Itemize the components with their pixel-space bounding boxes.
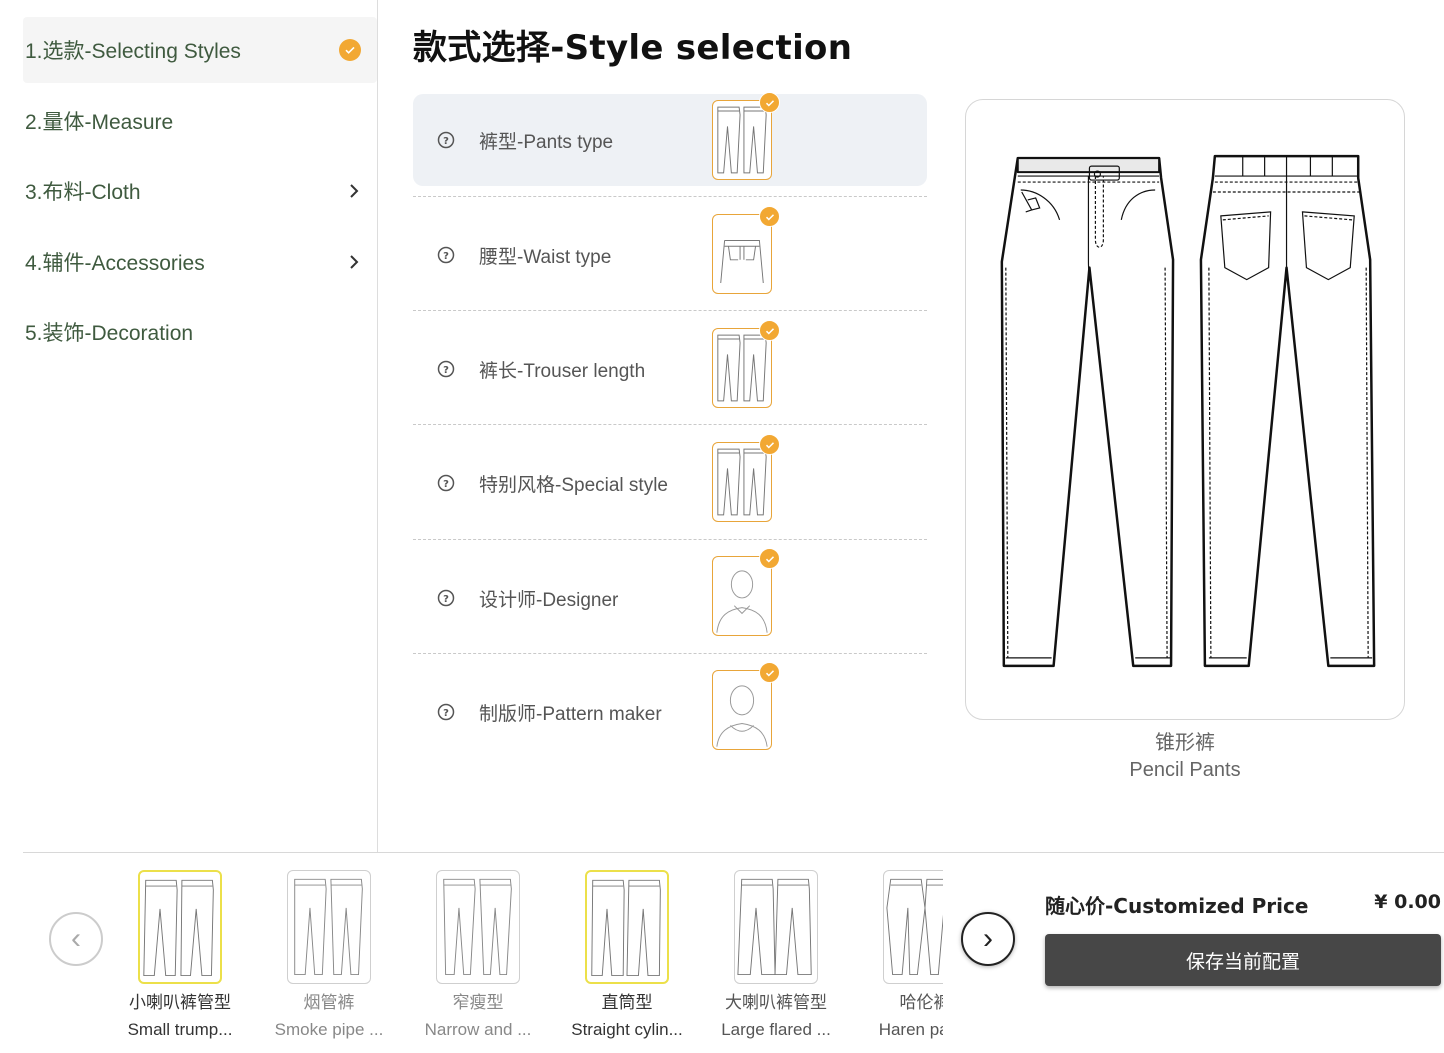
option-row-trouser-length[interactable]: ? 裤长-Trouser length	[413, 320, 927, 415]
sidebar-item-label: 5.装饰-Decoration	[25, 322, 194, 345]
carousel-item[interactable]: 大喇叭裤管型 Large flared ...	[716, 866, 836, 1040]
carousel-item-name-en: Straight cylin...	[571, 1020, 683, 1039]
option-label: 裤长-Trouser length	[479, 360, 646, 382]
option-row-special-style[interactable]: ? 特别风格-Special style	[413, 434, 927, 529]
pants-front-back-icon	[717, 334, 767, 402]
option-thumbnail[interactable]	[712, 320, 780, 408]
sidebar-item-accessories[interactable]: 4.辅件-Accessories	[23, 229, 377, 295]
pencil-pants-preview-illustration	[1000, 154, 1376, 668]
carousel-item-name-cn: 大喇叭裤管型	[725, 993, 827, 1012]
pants-thumbnail-icon	[436, 870, 520, 984]
carousel-item-name-cn: 直筒型	[601, 993, 653, 1012]
option-label: 特别风格-Special style	[479, 474, 668, 496]
divider	[413, 196, 927, 197]
option-thumbnail[interactable]	[712, 548, 780, 636]
style-carousel: 小喇叭裤管型 Small trump... 烟管裤 Smoke pipe ...…	[120, 866, 943, 1046]
option-label: 腰型-Waist type	[479, 246, 612, 268]
carousel-item-name-en: Small trump...	[127, 1020, 233, 1039]
carousel-item-name-cn: 小喇叭裤管型	[129, 993, 231, 1012]
sidebar-item-selecting-styles[interactable]: 1.选款-Selecting Styles	[23, 17, 377, 83]
divider	[413, 653, 927, 654]
svg-text:?: ?	[443, 365, 449, 376]
pants-thumbnail-icon	[138, 870, 222, 984]
option-row-designer[interactable]: ? 设计师-Designer	[413, 548, 927, 644]
svg-text:?: ?	[443, 251, 449, 262]
option-thumbnail[interactable]	[712, 92, 780, 180]
pants-front-back-icon	[717, 448, 767, 516]
check-circle-icon	[759, 434, 780, 455]
option-thumbnail[interactable]	[712, 206, 780, 294]
pants-front-back-icon	[717, 106, 767, 174]
pants-thumbnail-icon	[883, 870, 943, 984]
carousel-item-name-cn: 烟管裤	[303, 993, 355, 1012]
check-circle-icon	[759, 206, 780, 227]
page-title: 款式选择-Style selection	[413, 28, 853, 68]
sidebar-item-decoration[interactable]: 5.装饰-Decoration	[23, 299, 377, 365]
svg-text:?: ?	[443, 594, 449, 605]
option-label: 裤型-Pants type	[479, 131, 614, 153]
help-circle-icon[interactable]: ?	[437, 703, 455, 721]
carousel-item-name-cn: 窄瘦型	[452, 993, 504, 1012]
option-row-pants-type[interactable]: ? 裤型-Pants type	[413, 92, 927, 186]
svg-text:?: ?	[443, 136, 449, 147]
divider	[23, 852, 1444, 853]
sidebar-item-measure[interactable]: 2.量体-Measure	[23, 88, 377, 154]
help-circle-icon[interactable]: ?	[437, 474, 455, 492]
divider	[413, 310, 927, 311]
chevron-right-icon: ›	[983, 922, 993, 955]
sidebar-item-label: 2.量体-Measure	[25, 111, 174, 134]
chevron-right-icon	[350, 184, 359, 198]
carousel-item-name-en: Smoke pipe ...	[274, 1020, 384, 1039]
sidebar-item-label: 3.布料-Cloth	[25, 181, 141, 204]
preview-name-en: Pencil Pants	[1129, 759, 1241, 781]
option-row-pattern-maker[interactable]: ? 制版师-Pattern maker	[413, 662, 927, 758]
pants-thumbnail-icon	[585, 870, 669, 984]
person-avatar-icon	[716, 685, 768, 747]
help-circle-icon[interactable]: ?	[437, 589, 455, 607]
carousel-item[interactable]: 哈伦裤 Haren pants	[865, 866, 943, 1040]
sidebar: 1.选款-Selecting Styles 2.量体-Measure 3.布料-…	[0, 0, 378, 853]
check-circle-icon	[759, 320, 780, 341]
sidebar-item-label: 1.选款-Selecting Styles	[25, 40, 241, 63]
price-value: ¥ 0.00	[1374, 891, 1441, 913]
pants-thumbnail-icon	[734, 870, 818, 984]
carousel-item-name-cn: 哈伦裤	[899, 993, 944, 1012]
preview-name-cn: 锥形裤	[1155, 732, 1215, 754]
carousel-item[interactable]: 烟管裤 Smoke pipe ...	[269, 866, 389, 1040]
option-thumbnail[interactable]	[712, 662, 780, 750]
check-circle-icon	[759, 92, 780, 113]
option-label: 设计师-Designer	[479, 589, 619, 611]
pants-thumbnail-icon	[287, 870, 371, 984]
sidebar-item-cloth[interactable]: 3.布料-Cloth	[23, 158, 377, 224]
person-avatar-icon	[716, 570, 768, 633]
help-circle-icon[interactable]: ?	[437, 246, 455, 264]
divider	[413, 424, 927, 425]
carousel-item-name-en: Large flared ...	[721, 1020, 831, 1039]
carousel-item-name-en: Narrow and ...	[424, 1020, 532, 1039]
carousel-item[interactable]: 小喇叭裤管型 Small trump...	[120, 866, 240, 1040]
carousel-item[interactable]: 直筒型 Straight cylin...	[567, 866, 687, 1040]
divider	[413, 539, 927, 540]
carousel-prev-button[interactable]: ‹	[49, 912, 103, 966]
svg-text:?: ?	[443, 708, 449, 719]
carousel-next-button[interactable]: ›	[961, 912, 1015, 966]
carousel-item[interactable]: 窄瘦型 Narrow and ...	[418, 866, 538, 1040]
waist-detail-icon	[720, 239, 764, 284]
chevron-right-icon	[350, 255, 359, 269]
preview-panel	[965, 99, 1405, 720]
check-circle-icon	[339, 39, 361, 61]
option-label: 制版师-Pattern maker	[479, 703, 662, 725]
price-label: 随心价-Customized Price	[1045, 894, 1309, 918]
sidebar-item-label: 4.辅件-Accessories	[25, 252, 205, 275]
check-circle-icon	[759, 662, 780, 683]
svg-text:?: ?	[443, 479, 449, 490]
option-row-waist-type[interactable]: ? 腰型-Waist type	[413, 206, 927, 301]
check-circle-icon	[759, 548, 780, 569]
help-circle-icon[interactable]: ?	[437, 131, 455, 149]
save-configuration-button[interactable]: 保存当前配置	[1045, 934, 1441, 986]
option-thumbnail[interactable]	[712, 434, 780, 522]
chevron-left-icon: ‹	[71, 922, 81, 955]
help-circle-icon[interactable]: ?	[437, 360, 455, 378]
carousel-item-name-en: Haren pants	[878, 1020, 943, 1039]
